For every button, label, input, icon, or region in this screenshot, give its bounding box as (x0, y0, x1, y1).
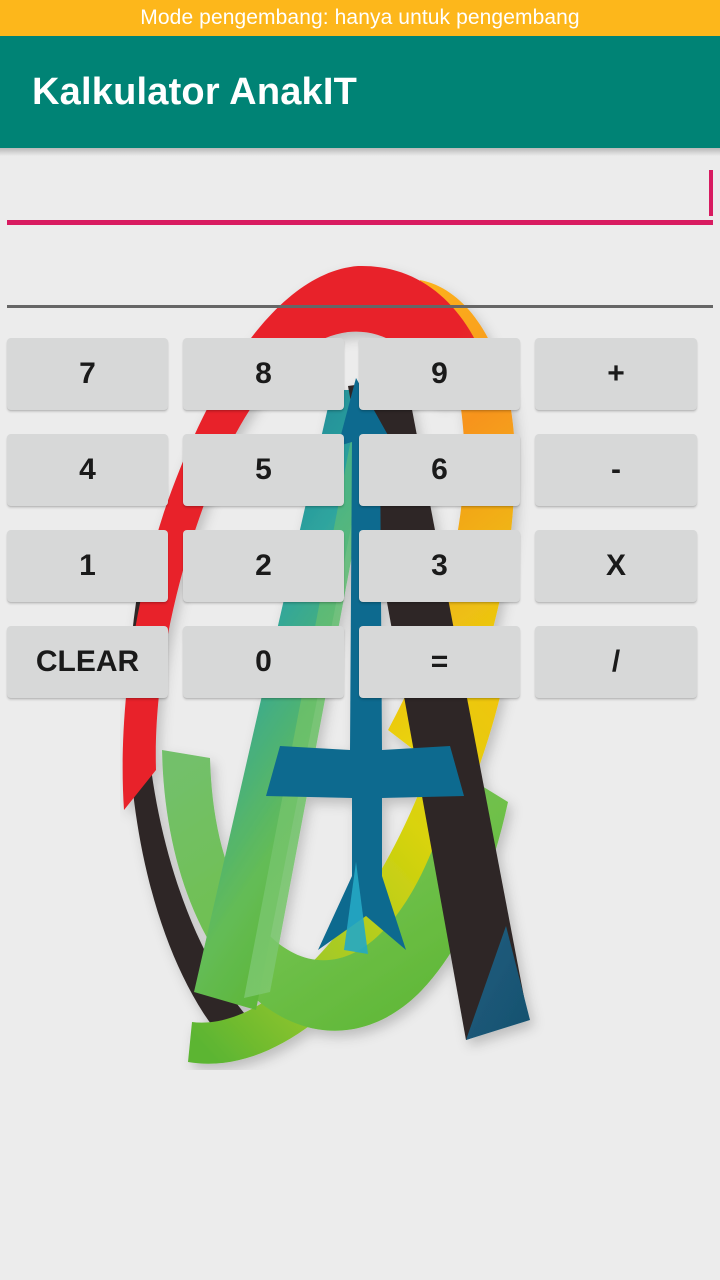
key-equals[interactable]: = (359, 626, 520, 698)
section-divider (7, 305, 713, 308)
key-5[interactable]: 5 (183, 434, 344, 506)
key-clear[interactable]: CLEAR (7, 626, 168, 698)
keypad: 7 8 9 +4 5 6- 1 2 3 X CLEAR 0 = / (0, 338, 720, 700)
key-3[interactable]: 3 (359, 530, 520, 602)
key-minus[interactable]: - (535, 434, 697, 506)
display-row (0, 148, 720, 230)
key-0[interactable]: 0 (183, 626, 344, 698)
key-4[interactable]: 4 (7, 434, 168, 506)
key-7[interactable]: 7 (7, 338, 168, 410)
key-2[interactable]: 2 (183, 530, 344, 602)
key-9[interactable]: 9 (359, 338, 520, 410)
key-plus[interactable]: + (535, 338, 697, 410)
key-8[interactable]: 8 (183, 338, 344, 410)
calculator-body: 7 8 9 +4 5 6- 1 2 3 X CLEAR 0 = / (0, 148, 720, 1280)
app-title: Kalkulator AnakIT (32, 71, 358, 113)
app-root: Mode pengembang: hanya untuk pengembang … (0, 0, 720, 1280)
input-underline (7, 220, 713, 225)
key-multiply[interactable]: X (535, 530, 697, 602)
app-bar: Kalkulator AnakIT (0, 36, 720, 156)
key-6[interactable]: 6 (359, 434, 520, 506)
key-divide[interactable]: / (535, 626, 697, 698)
developer-mode-banner: Mode pengembang: hanya untuk pengembang (0, 0, 720, 36)
expression-input[interactable] (7, 162, 713, 220)
text-caret (709, 170, 713, 216)
key-1[interactable]: 1 (7, 530, 168, 602)
